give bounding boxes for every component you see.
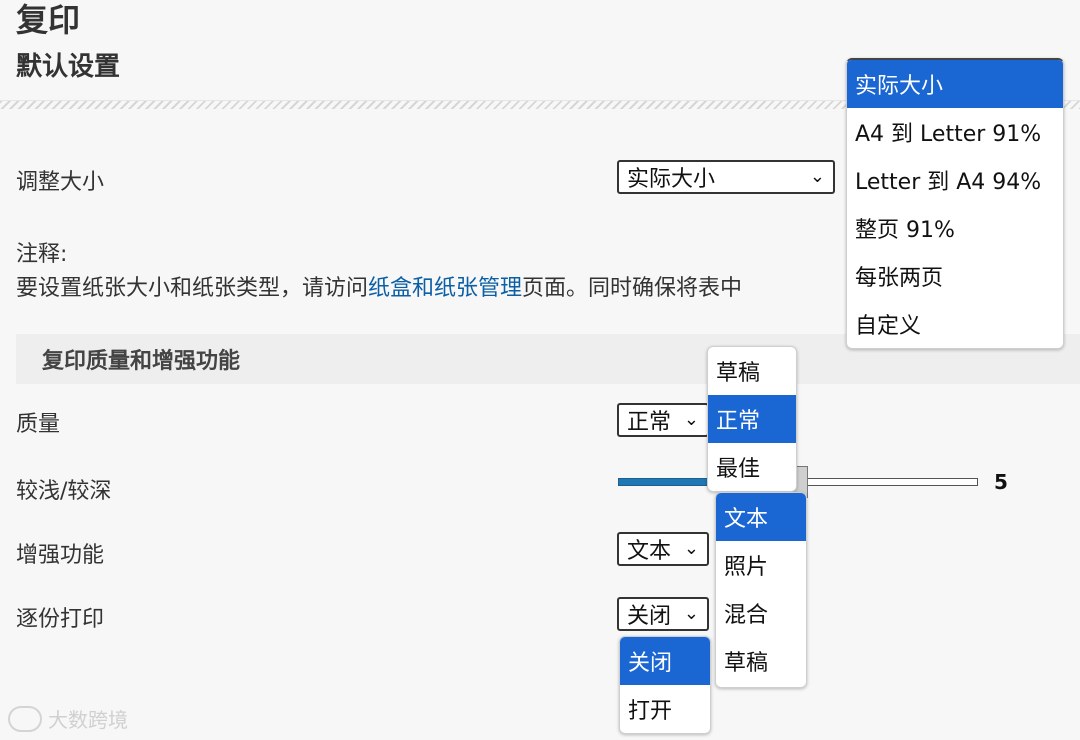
- chevron-down-icon: ⌄: [683, 538, 699, 559]
- collate-select[interactable]: 关闭 ⌄: [617, 597, 709, 631]
- resize-dropdown: 实际大小 A4 到 Letter 91% Letter 到 A4 94% 整页 …: [846, 58, 1064, 349]
- watermark-logo-icon: [8, 705, 42, 732]
- enhancement-selected-value: 文本: [627, 539, 672, 564]
- enhancement-dropdown: 文本 照片 混合 草稿: [715, 492, 807, 688]
- resize-option[interactable]: 实际大小: [847, 60, 1063, 108]
- quality-label: 质量: [16, 412, 61, 437]
- enhancement-label: 增强功能: [16, 543, 105, 568]
- collate-selected-value: 关闭: [627, 604, 672, 629]
- collate-label: 逐份打印: [16, 607, 105, 632]
- resize-option[interactable]: 每张两页: [847, 252, 1063, 300]
- resize-option[interactable]: A4 到 Letter 91%: [847, 108, 1063, 156]
- quality-option[interactable]: 草稿: [708, 347, 796, 395]
- enhancement-select[interactable]: 文本 ⌄: [617, 532, 709, 566]
- quality-option[interactable]: 最佳: [708, 443, 796, 491]
- notes-heading: 注释:: [16, 242, 68, 267]
- quality-selected-value: 正常: [627, 410, 672, 435]
- notes-text-before: 要设置纸张大小和纸张类型，请访问: [16, 276, 369, 301]
- quality-dropdown: 草稿 正常 最佳: [707, 346, 797, 492]
- quality-select[interactable]: 正常 ⌄: [617, 403, 709, 437]
- chevron-down-icon: ⌄: [809, 166, 825, 187]
- resize-label: 调整大小: [16, 170, 105, 195]
- enhancement-option[interactable]: 混合: [716, 589, 806, 637]
- collate-option[interactable]: 打开: [620, 685, 710, 733]
- darkness-slider-filled[interactable]: [618, 478, 718, 486]
- collate-option[interactable]: 关闭: [620, 637, 710, 685]
- copy-settings-page: 复印 默认设置 调整大小 实际大小 ⌄ 注释: 要设置纸张大小和纸张类型，请访问…: [0, 0, 1080, 740]
- resize-select[interactable]: 实际大小 ⌄: [617, 160, 835, 194]
- chevron-down-icon: ⌄: [683, 603, 699, 624]
- notes-text: 要设置纸张大小和纸张类型，请访问纸盒和纸张管理页面。同时确保将表中: [16, 272, 742, 306]
- notes-text-after: 页面。同时确保将表中: [522, 276, 743, 301]
- paper-tray-link[interactable]: 纸盒和纸张管理: [368, 276, 522, 301]
- quality-option[interactable]: 正常: [708, 395, 796, 443]
- page-title: 复印: [16, 1, 81, 39]
- section-title: 复印质量和增强功能: [42, 349, 241, 374]
- darkness-label: 较浅/较深: [16, 479, 112, 504]
- collate-dropdown: 关闭 打开: [619, 636, 711, 734]
- enhancement-option[interactable]: 草稿: [716, 637, 806, 685]
- notes: 注释: 要设置纸张大小和纸张类型，请访问纸盒和纸张管理页面。同时确保将表中: [16, 238, 742, 306]
- resize-option[interactable]: 整页 91%: [847, 204, 1063, 252]
- resize-option[interactable]: 自定义: [847, 300, 1063, 348]
- enhancement-option[interactable]: 照片: [716, 541, 806, 589]
- watermark-text: 大数跨境: [48, 708, 128, 732]
- resize-option[interactable]: Letter 到 A4 94%: [847, 156, 1063, 204]
- watermark: 大数跨境: [8, 704, 128, 733]
- darkness-slider-track[interactable]: [800, 478, 978, 486]
- page-subtitle: 默认设置: [16, 52, 121, 82]
- darkness-value: 5: [994, 470, 1008, 494]
- enhancement-option[interactable]: 文本: [716, 493, 806, 541]
- chevron-down-icon: ⌄: [683, 409, 699, 430]
- resize-selected-value: 实际大小: [627, 167, 716, 192]
